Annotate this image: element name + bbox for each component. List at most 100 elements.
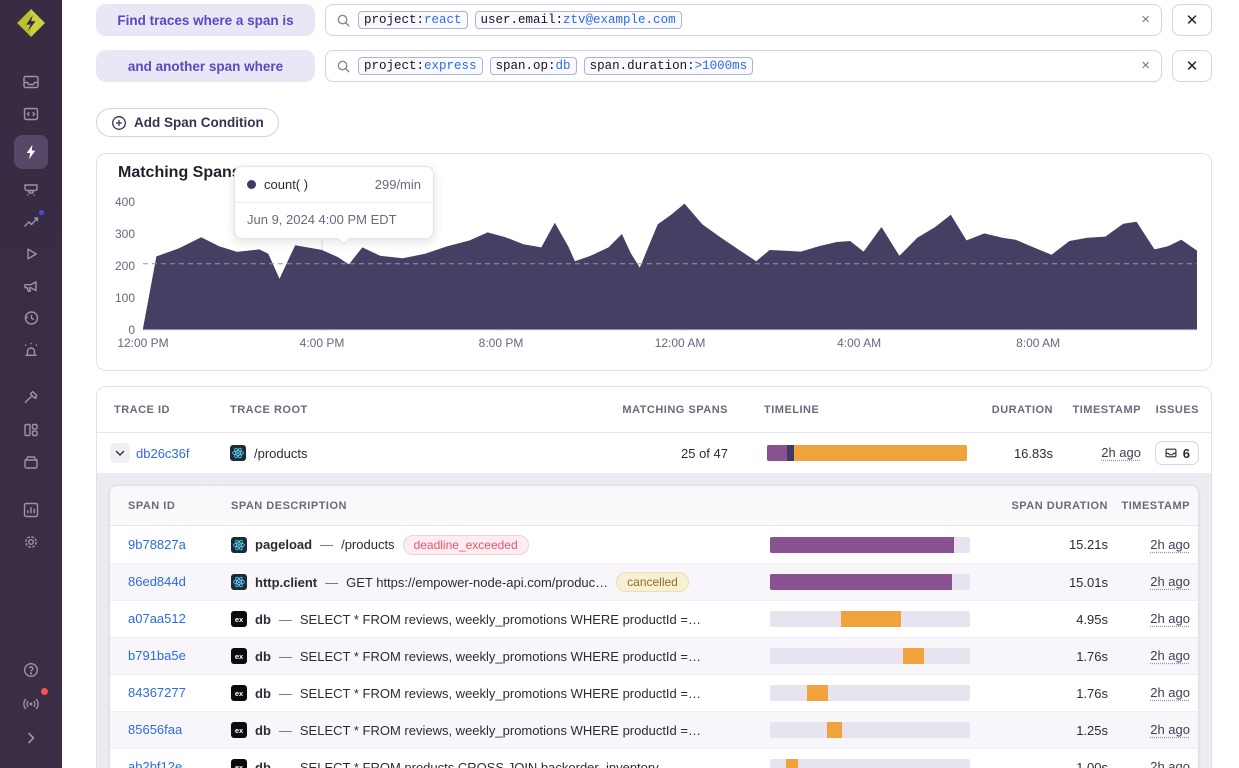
y-tick-label: 400 — [101, 195, 135, 209]
sidebar-item-whats-new[interactable] — [15, 688, 47, 720]
clear-search-icon[interactable]: × — [1141, 58, 1150, 73]
notification-dot — [37, 208, 46, 217]
span-duration-bar — [770, 574, 970, 590]
remove-condition-button[interactable]: ✕ — [1172, 4, 1212, 36]
span-id-link[interactable]: 85656faa — [128, 722, 182, 737]
y-tick-label: 100 — [101, 291, 135, 305]
col-span-timestamp: TIMESTAMP — [1108, 500, 1199, 512]
play-icon — [21, 244, 41, 264]
span-id-link[interactable]: b791ba5e — [128, 648, 186, 663]
sidebar-expand-button[interactable] — [15, 722, 47, 754]
col-matching-spans: MATCHING SPANS — [608, 404, 728, 416]
add-span-condition-label: Add Span Condition — [134, 115, 264, 130]
span-op: db — [255, 686, 271, 701]
sidebar-item-projects[interactable] — [15, 98, 47, 130]
traces-table-header: TRACE ID TRACE ROOT MATCHING SPANS TIMEL… — [97, 387, 1211, 433]
sidebar-item-layouts[interactable] — [15, 414, 47, 446]
remove-condition-button[interactable]: ✕ — [1172, 50, 1212, 82]
span-row[interactable]: 9b78827a pageload — /products deadline_e… — [110, 526, 1198, 563]
sidebar-item-alerts[interactable] — [15, 334, 47, 366]
span-row[interactable]: b791ba5e ex db — SELECT * FROM reviews, … — [110, 637, 1198, 674]
span-timestamp[interactable]: 2h ago — [1150, 611, 1190, 626]
query-token[interactable]: user.email:ztv@example.com — [475, 11, 682, 29]
trace-timestamp[interactable]: 2h ago — [1101, 445, 1141, 460]
col-trace-root: TRACE ROOT — [230, 404, 608, 416]
issues-icon — [21, 72, 41, 92]
sidebar-item-archive[interactable] — [15, 446, 47, 478]
span-op: http.client — [255, 575, 317, 590]
tooltip-series-name: count( ) — [264, 177, 308, 192]
span-description: SELECT * FROM reviews, weekly_promotions… — [300, 686, 701, 701]
span-duration-bar — [770, 685, 970, 701]
x-tick-label: 12:00 AM — [635, 336, 725, 350]
span-id-link[interactable]: ab2bf12e — [128, 759, 182, 768]
col-duration: DURATION — [968, 404, 1053, 416]
span-timestamp[interactable]: 2h ago — [1150, 648, 1190, 663]
sidebar-item-issues[interactable] — [15, 66, 47, 98]
react-project-icon — [230, 445, 246, 461]
span-condition-row: Find traces where a span is project:reac… — [96, 4, 1212, 36]
trace-id-link[interactable]: db26c36f — [136, 446, 190, 461]
span-id-link[interactable]: 86ed844d — [128, 574, 186, 589]
sidebar-item-help[interactable] — [15, 654, 47, 686]
span-duration: 15.01s — [972, 575, 1108, 590]
issues-count: 6 — [1183, 446, 1190, 461]
expanded-trace-panel: SPAN ID SPAN DESCRIPTION SPAN DURATION T… — [97, 473, 1211, 768]
query-token-list: project:react user.email:ztv@example.com — [358, 11, 682, 29]
sidebar-item-settings[interactable] — [15, 526, 47, 558]
trace-row[interactable]: db26c36f /products 25 of 47 16.83s 2h ag… — [97, 433, 1211, 473]
span-description: SELECT * FROM reviews, weekly_promotions… — [300, 723, 701, 738]
sidebar-item-dashboards[interactable] — [15, 174, 47, 206]
search-icon — [336, 59, 351, 74]
span-row[interactable]: 86ed844d http.client — GET https://empow… — [110, 563, 1198, 600]
span-row[interactable]: 85656faa ex db — SELECT * FROM reviews, … — [110, 711, 1198, 748]
span-row[interactable]: ab2bf12e ex db — SELECT * FROM products … — [110, 748, 1198, 768]
query-token[interactable]: span.duration:>1000ms — [584, 57, 754, 75]
span-id-link[interactable]: 84367277 — [128, 685, 186, 700]
gear-icon — [21, 532, 41, 552]
siren-icon — [21, 340, 41, 360]
query-token[interactable]: project:react — [358, 11, 468, 29]
lightning-icon — [21, 142, 41, 162]
query-token[interactable]: project:express — [358, 57, 483, 75]
sidebar-item-explore[interactable] — [14, 135, 48, 169]
sidebar-item-insights[interactable] — [15, 206, 47, 238]
query-token[interactable]: span.op:db — [490, 57, 577, 75]
search-input[interactable]: project:reactuser.email:ztv@example.com … — [325, 4, 1162, 36]
span-timestamp[interactable]: 2h ago — [1150, 685, 1190, 700]
span-timestamp[interactable]: 2h ago — [1150, 537, 1190, 552]
separator: — — [325, 575, 338, 590]
sidebar-item-feedback[interactable] — [15, 270, 47, 302]
add-span-condition-button[interactable]: Add Span Condition — [96, 108, 279, 137]
sidebar-item-stats[interactable] — [15, 494, 47, 526]
span-id-link[interactable]: 9b78827a — [128, 537, 186, 552]
span-timestamp[interactable]: 2h ago — [1150, 574, 1190, 589]
separator: — — [279, 723, 292, 738]
search-input[interactable]: project:express span.op:db span.duration:>… — [325, 50, 1162, 82]
sidebar-item-history[interactable] — [15, 302, 47, 334]
span-row[interactable]: a07aa512 ex db — SELECT * FROM reviews, … — [110, 600, 1198, 637]
issues-badge[interactable]: 6 — [1155, 441, 1199, 465]
sidebar-item-replays[interactable] — [15, 238, 47, 270]
span-status-badge: cancelled — [616, 572, 689, 592]
collapse-trace-button[interactable] — [110, 443, 130, 463]
sidebar-item-discover[interactable] — [15, 382, 47, 414]
span-description: /products — [341, 537, 394, 552]
span-timestamp[interactable]: 2h ago — [1150, 722, 1190, 737]
span-row[interactable]: 84367277 ex db — SELECT * FROM reviews, … — [110, 674, 1198, 711]
main-content: Find traces where a span is project:reac… — [62, 0, 1239, 768]
span-duration: 4.95s — [972, 612, 1108, 627]
clear-search-icon[interactable]: × — [1141, 12, 1150, 27]
span-op: db — [255, 723, 271, 738]
span-duration: 1.00s — [972, 760, 1108, 768]
col-span-description: SPAN DESCRIPTION — [231, 500, 758, 512]
span-duration: 15.21s — [972, 537, 1108, 552]
separator: — — [279, 760, 292, 768]
col-issues: ISSUES — [1141, 404, 1212, 416]
span-timestamp[interactable]: 2h ago — [1150, 759, 1190, 768]
span-duration-bar — [770, 537, 970, 553]
col-timeline: TIMELINE — [728, 404, 968, 416]
span-id-link[interactable]: a07aa512 — [128, 611, 186, 626]
app-logo-icon[interactable] — [14, 6, 48, 40]
y-tick-label: 200 — [101, 259, 135, 273]
